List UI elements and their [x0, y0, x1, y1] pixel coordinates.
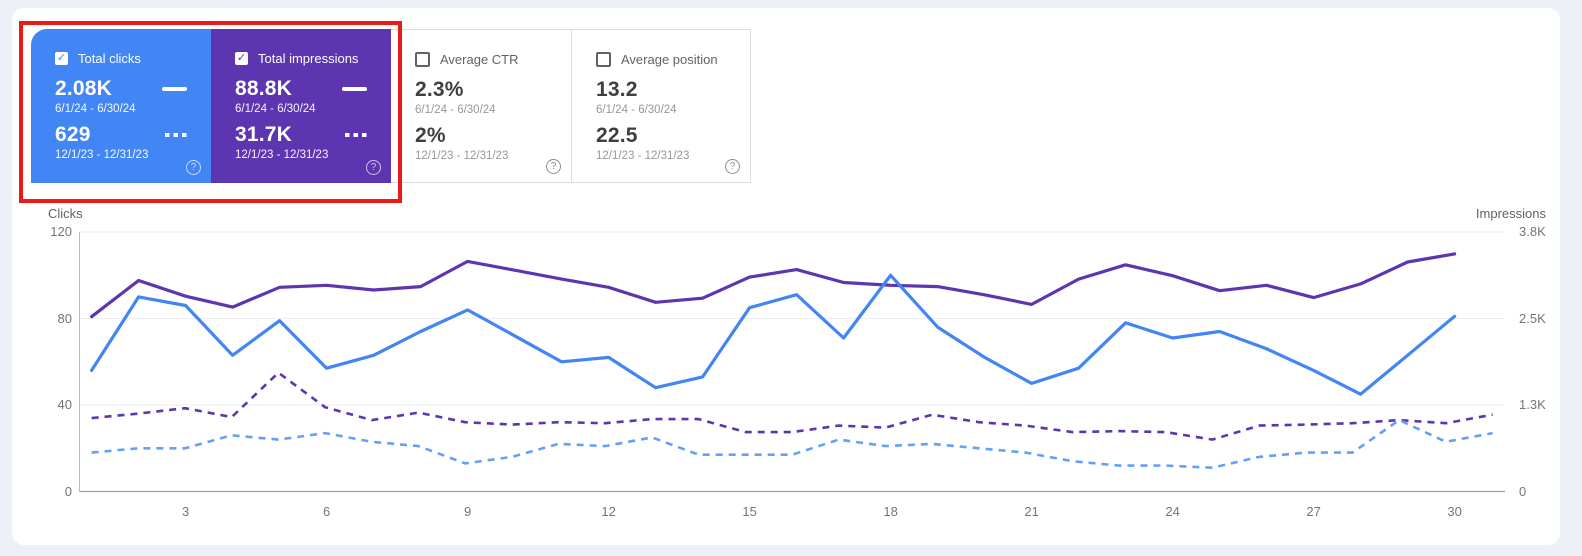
x-tick: 27	[1306, 504, 1321, 519]
series-line-dashed-left	[91, 418, 1493, 470]
dashed-line-icon	[345, 133, 367, 137]
x-tick: 18	[883, 504, 898, 519]
scorecard-average-position[interactable]: Average position 13.2 6/1/24 - 6/30/24 2…	[571, 29, 751, 183]
previous-range: 12/1/23 - 12/31/23	[235, 149, 329, 161]
current-value: 2.3%	[415, 78, 464, 101]
total-clicks-checkbox[interactable]: ✓	[55, 52, 68, 65]
right-tick: 3.8K	[1519, 224, 1546, 239]
x-tick: 21	[1024, 504, 1039, 519]
solid-line-icon	[162, 87, 187, 91]
right-tick: 2.5K	[1519, 310, 1546, 326]
current-range: 6/1/24 - 6/30/24	[415, 104, 496, 116]
scorecard-label: Total clicks	[78, 51, 141, 66]
left-tick: 120	[50, 224, 72, 239]
previous-value: 22.5	[596, 124, 638, 147]
current-value: 88.8K	[235, 77, 293, 100]
average-position-checkbox[interactable]	[596, 52, 611, 67]
current-value: 13.2	[596, 78, 638, 101]
scorecards-row: ✓ Total clicks 2.08K 6/1/24 - 6/30/24 62…	[31, 29, 751, 183]
left-axis-title: Clicks	[48, 206, 83, 221]
series-line-solid-right	[89, 252, 1457, 319]
left-tick: 40	[57, 397, 72, 412]
check-icon: ✓	[56, 52, 67, 64]
left-tick: 80	[57, 310, 72, 326]
x-tick: 3	[181, 504, 190, 519]
help-icon[interactable]: ?	[186, 160, 201, 175]
scorecard-total-impressions[interactable]: ✓ Total impressions 88.8K 6/1/24 - 6/30/…	[211, 29, 391, 183]
current-range: 6/1/24 - 6/30/24	[235, 103, 316, 115]
scorecard-label: Average CTR	[440, 52, 519, 67]
scorecard-total-clicks[interactable]: ✓ Total clicks 2.08K 6/1/24 - 6/30/24 62…	[31, 29, 211, 183]
right-tick: 0	[1519, 483, 1527, 499]
right-axis-title: Impressions	[1475, 206, 1546, 221]
x-tick: 15	[742, 504, 757, 519]
series-line-dashed-right	[91, 371, 1493, 441]
previous-value: 2%	[415, 124, 446, 147]
previous-range: 12/1/23 - 12/31/23	[596, 150, 690, 162]
series-line-solid-left	[89, 273, 1457, 396]
solid-line-icon	[342, 87, 367, 91]
previous-value: 31.7K	[235, 123, 293, 146]
x-tick: 9	[463, 504, 472, 519]
scorecard-label: Total impressions	[258, 51, 359, 66]
help-icon[interactable]: ?	[725, 159, 740, 174]
x-tick: 6	[322, 504, 331, 519]
total-impressions-checkbox[interactable]: ✓	[235, 52, 248, 65]
average-ctr-checkbox[interactable]	[415, 52, 430, 67]
help-icon[interactable]: ?	[546, 159, 561, 174]
check-icon: ✓	[236, 52, 247, 64]
help-icon[interactable]: ?	[366, 160, 381, 175]
left-tick: 0	[64, 483, 72, 499]
current-value: 2.08K	[55, 77, 113, 100]
previous-range: 12/1/23 - 12/31/23	[55, 149, 149, 161]
scorecard-average-ctr[interactable]: Average CTR 2.3% 6/1/24 - 6/30/24 2% 12/…	[391, 29, 571, 183]
previous-range: 12/1/23 - 12/31/23	[415, 150, 509, 162]
previous-value: 629	[55, 123, 91, 146]
current-range: 6/1/24 - 6/30/24	[55, 103, 136, 115]
right-tick: 1.3K	[1519, 396, 1546, 412]
dashed-line-icon	[165, 133, 187, 137]
x-tick: 24	[1165, 504, 1180, 519]
x-tick: 12	[601, 504, 616, 519]
x-tick: 30	[1447, 504, 1462, 519]
current-range: 6/1/24 - 6/30/24	[596, 104, 677, 116]
scorecard-label: Average position	[621, 52, 718, 67]
